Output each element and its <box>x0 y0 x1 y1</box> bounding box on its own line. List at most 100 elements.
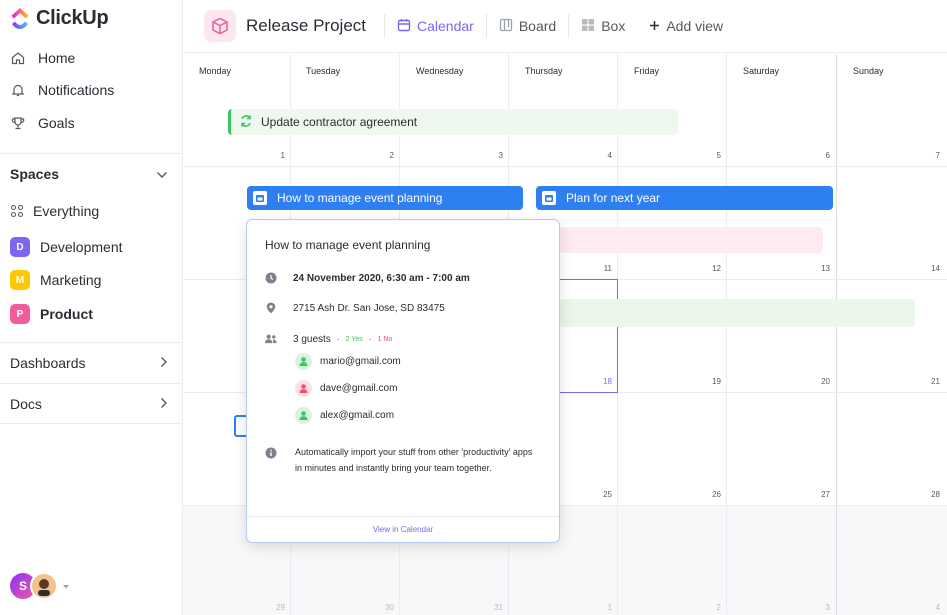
nav-notifications[interactable]: Notifications <box>10 82 114 98</box>
sidebar-divider <box>0 423 183 424</box>
chevron-right-icon[interactable] <box>160 396 168 412</box>
day-number[interactable]: 5 <box>701 151 721 160</box>
event-title: How to manage event planning <box>277 191 443 205</box>
day-number[interactable]: 13 <box>810 264 830 273</box>
bell-icon <box>10 82 26 98</box>
popup-address: 2715 Ash Dr. San Jose, SD 83475 <box>293 302 445 314</box>
tab-board[interactable]: Board <box>485 14 568 38</box>
location-pin-icon <box>265 302 277 314</box>
calendar-icon <box>253 191 267 205</box>
popup-guests-row: 3 guests • 2 Yes • 1 No <box>265 333 392 345</box>
day-number[interactable]: 1 <box>592 603 612 612</box>
day-number[interactable]: 26 <box>701 490 721 499</box>
popup-description: Automatically import your stuff from oth… <box>295 447 533 473</box>
calendar-icon <box>397 18 411 35</box>
day-number[interactable]: 4 <box>592 151 612 160</box>
caret-down-icon[interactable] <box>62 577 70 595</box>
day-number[interactable]: 2 <box>701 603 721 612</box>
guest-accepted-icon <box>295 407 312 424</box>
space-label: Marketing <box>40 272 102 288</box>
day-header-saturday: Saturday <box>743 66 780 76</box>
sidebar-divider <box>0 383 183 384</box>
everything-icon <box>10 204 24 218</box>
space-product[interactable]: P Product <box>10 304 93 324</box>
sidebar: ClickUp Home Notifications Goals Spaces … <box>0 0 183 615</box>
day-number[interactable]: 7 <box>920 151 940 160</box>
popup-location-row: 2715 Ash Dr. San Jose, SD 83475 <box>265 302 445 314</box>
day-number[interactable]: 14 <box>920 264 940 273</box>
space-label: Product <box>40 306 93 322</box>
tab-box-label: Box <box>601 18 626 34</box>
tab-box[interactable]: Box <box>568 14 637 38</box>
day-number[interactable]: 12 <box>701 264 721 273</box>
day-number[interactable]: 4 <box>920 603 940 612</box>
app-name: ClickUp <box>36 7 109 29</box>
space-badge: P <box>10 304 30 324</box>
clickup-logo[interactable]: ClickUp <box>10 7 109 30</box>
docs-label: Docs <box>10 396 42 412</box>
day-number[interactable]: 31 <box>483 603 503 612</box>
guest-item[interactable]: mario@gmail.com <box>295 353 401 370</box>
event-contractor[interactable]: Update contractor agreement <box>228 109 678 135</box>
home-icon <box>10 50 26 66</box>
space-badge: M <box>10 270 30 290</box>
day-number[interactable]: 21 <box>920 377 940 386</box>
everything-label: Everything <box>33 203 100 219</box>
guest-item[interactable]: alex@gmail.com <box>295 407 394 424</box>
day-header-sunday: Sunday <box>853 66 884 76</box>
people-icon <box>265 333 277 345</box>
guests-count: 3 guests <box>293 333 331 345</box>
add-view-button[interactable]: Add view <box>637 14 735 38</box>
guest-email: mario@gmail.com <box>320 356 401 367</box>
guest-accepted-icon <box>295 353 312 370</box>
space-label: Development <box>40 239 123 255</box>
tab-calendar[interactable]: Calendar <box>384 14 486 38</box>
day-number[interactable]: 25 <box>592 490 612 499</box>
day-number[interactable]: 27 <box>810 490 830 499</box>
day-number[interactable]: 30 <box>374 603 394 612</box>
grid-line <box>726 54 727 615</box>
space-everything[interactable]: Everything <box>10 203 99 219</box>
recurring-icon <box>239 114 253 131</box>
day-number[interactable]: 2 <box>374 151 394 160</box>
event-green-long[interactable] <box>559 299 915 327</box>
chevron-right-icon[interactable] <box>160 355 168 371</box>
guest-declined-icon <box>295 380 312 397</box>
day-number[interactable]: 28 <box>920 490 940 499</box>
spaces-label: Spaces <box>10 166 60 182</box>
chevron-down-icon[interactable] <box>156 166 168 182</box>
box-icon <box>581 18 595 35</box>
docs-header[interactable]: Docs <box>10 396 168 412</box>
sidebar-divider <box>0 153 183 154</box>
avatar-photo[interactable] <box>30 572 58 600</box>
day-number[interactable]: 20 <box>810 377 830 386</box>
day-header-wednesday: Wednesday <box>416 66 464 76</box>
nav-home[interactable]: Home <box>10 50 75 66</box>
guest-item[interactable]: dave@gmail.com <box>295 380 397 397</box>
event-next-year[interactable]: Plan for next year <box>536 186 833 210</box>
view-in-calendar-link[interactable]: View in Calendar <box>247 516 559 534</box>
tab-calendar-label: Calendar <box>417 18 474 34</box>
calendar-icon <box>542 191 556 205</box>
spaces-header[interactable]: Spaces <box>10 166 168 182</box>
day-number[interactable]: 6 <box>810 151 830 160</box>
day-number[interactable]: 29 <box>265 603 285 612</box>
day-number[interactable]: 1 <box>265 151 285 160</box>
space-development[interactable]: D Development <box>10 237 123 257</box>
board-icon <box>499 18 513 35</box>
space-marketing[interactable]: M Marketing <box>10 270 101 290</box>
day-number[interactable]: 19 <box>701 377 721 386</box>
dashboards-header[interactable]: Dashboards <box>10 355 168 371</box>
user-avatars[interactable]: S <box>10 572 70 600</box>
event-popup: How to manage event planning 24 November… <box>246 219 560 543</box>
day-number[interactable]: 3 <box>483 151 503 160</box>
day-number[interactable]: 11 <box>592 264 612 273</box>
guests-yes-count: 2 Yes <box>345 335 363 343</box>
space-badge: D <box>10 237 30 257</box>
event-pink[interactable] <box>559 227 823 253</box>
info-icon <box>265 446 277 459</box>
nav-goals[interactable]: Goals <box>10 115 75 131</box>
nav-goals-label: Goals <box>38 115 75 131</box>
event-event-planning[interactable]: How to manage event planning <box>247 186 523 210</box>
day-number[interactable]: 3 <box>810 603 830 612</box>
